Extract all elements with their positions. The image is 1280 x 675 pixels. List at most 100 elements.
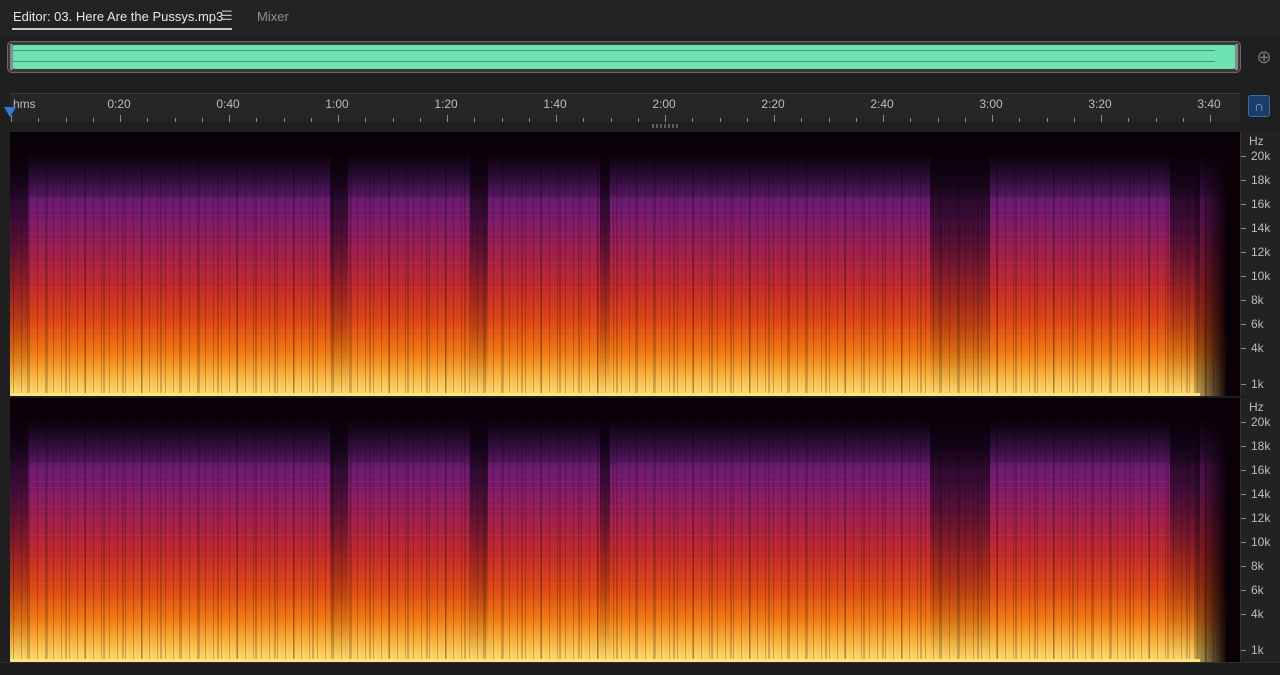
ruler-tick <box>147 118 149 122</box>
ruler-tick <box>1046 118 1048 122</box>
hz-tick <box>1241 446 1246 447</box>
hz-tick <box>1241 494 1246 495</box>
ruler-tick <box>229 115 230 122</box>
hz-tick <box>1241 228 1246 229</box>
ruler-time-label: 1:20 <box>434 97 458 111</box>
spectral-pane-left-channel[interactable] <box>10 132 1240 396</box>
ruler-tick <box>992 115 993 122</box>
bottom-scroll-area[interactable] <box>0 662 1280 675</box>
ruler-tick <box>365 118 367 122</box>
hz-axis-label: 10k <box>1251 535 1271 549</box>
hz-axis-label: 6k <box>1251 317 1264 331</box>
hz-axis-label: 14k <box>1251 221 1271 235</box>
ruler-tick <box>937 118 939 122</box>
hz-tick <box>1241 542 1246 543</box>
active-tab-underline <box>12 28 232 30</box>
hz-tick <box>1241 470 1246 471</box>
ruler-tick <box>338 115 339 122</box>
hz-tick <box>1241 650 1246 651</box>
snap-icon[interactable]: ∩ <box>1248 95 1270 117</box>
time-ruler[interactable]: hms 0:20 0:40 1:00 1:20 1:40 2:00 2:20 2:40 3:00… <box>10 93 1240 122</box>
ruler-tick <box>719 118 721 122</box>
panel-splitter-grip[interactable] <box>652 124 680 128</box>
hz-tick <box>1241 276 1246 277</box>
hz-axis-label: 16k <box>1251 197 1271 211</box>
hz-axis-label: 20k <box>1251 415 1271 429</box>
ruler-tick <box>120 115 121 122</box>
hz-axis-label: 12k <box>1251 511 1271 525</box>
hz-axis-label: 20k <box>1251 149 1271 163</box>
ruler-tick <box>665 115 666 122</box>
frequency-axis-right: Hz 20k 18k 16k 14k 12k 10k 8k 6k 4k 1k <box>1240 398 1280 662</box>
ruler-tick <box>1155 118 1157 122</box>
ruler-tick <box>556 115 557 122</box>
ruler-tick <box>746 118 748 122</box>
ruler-tick <box>1210 115 1211 122</box>
ruler-time-label: 3:00 <box>979 97 1003 111</box>
ruler-tick <box>692 118 694 122</box>
hz-tick <box>1241 252 1246 253</box>
tab-editor[interactable]: Editor: 03. Here Are the Pussys.mp3 <box>13 9 223 24</box>
ruler-tick <box>774 115 775 122</box>
ruler-tick <box>201 118 203 122</box>
spectral-pane-right-channel[interactable] <box>10 398 1240 662</box>
ruler-tick <box>910 118 912 122</box>
ruler-tick <box>883 115 884 122</box>
hz-tick <box>1241 324 1246 325</box>
ruler-tick <box>65 118 67 122</box>
hz-axis-label: 14k <box>1251 487 1271 501</box>
hz-tick <box>1241 614 1246 615</box>
ruler-tick <box>1019 118 1021 122</box>
hz-axis-label: 8k <box>1251 293 1264 307</box>
ruler-tick <box>419 118 421 122</box>
hz-tick <box>1241 590 1246 591</box>
ruler-time-label: 3:20 <box>1088 97 1112 111</box>
hz-tick <box>1241 518 1246 519</box>
ruler-tick <box>174 118 176 122</box>
hz-axis-label: 8k <box>1251 559 1264 573</box>
waveform-overview[interactable] <box>7 41 1241 73</box>
ruler-tick <box>283 118 285 122</box>
hz-tick <box>1241 384 1246 385</box>
hz-tick <box>1241 566 1246 567</box>
ruler-time-label: 3:40 <box>1197 97 1221 111</box>
hz-axis-label: 1k <box>1251 377 1264 391</box>
ruler-tick <box>38 118 40 122</box>
ruler-time-label: 1:00 <box>325 97 349 111</box>
ruler-tick <box>392 118 394 122</box>
overview-waveform <box>13 45 1235 69</box>
spectrogram-left <box>10 154 1226 396</box>
ruler-tick <box>801 118 803 122</box>
hz-axis-label: 12k <box>1251 245 1271 259</box>
hz-tick <box>1241 204 1246 205</box>
ruler-tick <box>610 118 612 122</box>
hz-tick <box>1241 348 1246 349</box>
ruler-tick <box>474 118 476 122</box>
zoom-icon[interactable]: ⊕ <box>1254 46 1274 68</box>
hz-unit-label: Hz <box>1249 134 1264 148</box>
hz-axis-label: 10k <box>1251 269 1271 283</box>
hz-axis-label: 18k <box>1251 173 1271 187</box>
ruler-tick <box>310 118 312 122</box>
hz-axis-label: 16k <box>1251 463 1271 477</box>
ruler-tick <box>447 115 448 122</box>
ruler-tick <box>1101 115 1102 122</box>
ruler-time-label: 0:40 <box>216 97 240 111</box>
overview-right-handle[interactable] <box>1235 44 1238 70</box>
tab-mixer[interactable]: Mixer <box>257 9 289 24</box>
ruler-tick <box>1128 118 1130 122</box>
hz-axis-label: 1k <box>1251 643 1264 657</box>
hz-unit-label: Hz <box>1249 400 1264 414</box>
ruler-tick <box>828 118 830 122</box>
playhead-marker[interactable] <box>4 107 16 117</box>
hz-axis-label: 4k <box>1251 607 1264 621</box>
ruler-time-label: 2:00 <box>652 97 676 111</box>
hamburger-menu-icon[interactable]: ☰ <box>221 8 233 24</box>
ruler-time-label: 2:20 <box>761 97 785 111</box>
ruler-time-label: 2:40 <box>870 97 894 111</box>
hz-axis-label: 6k <box>1251 583 1264 597</box>
ruler-tick <box>256 118 258 122</box>
ruler-tick <box>501 118 503 122</box>
hz-axis-label: 18k <box>1251 439 1271 453</box>
ruler-tick <box>1182 118 1184 122</box>
